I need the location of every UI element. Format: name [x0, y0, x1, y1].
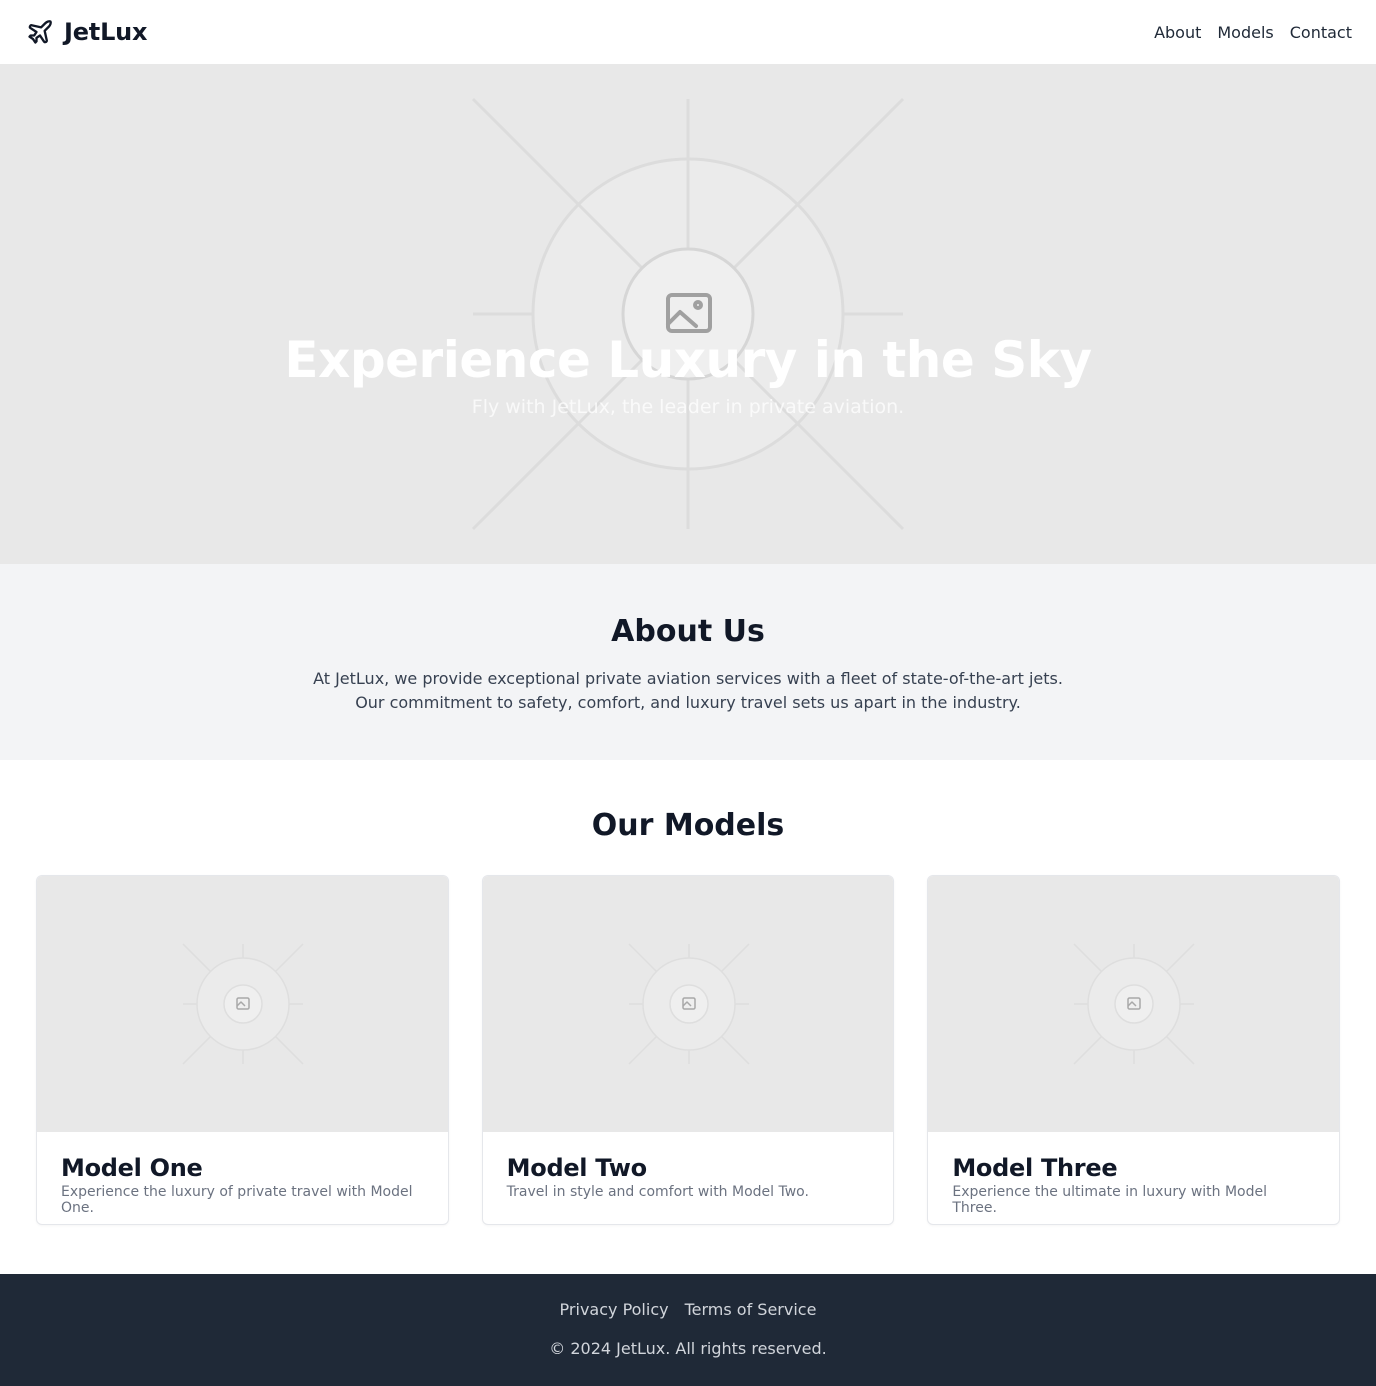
models-section: Our Models Model One Experience the luxu… [0, 760, 1376, 1274]
image-placeholder-icon [1073, 943, 1195, 1065]
hero-title: Experience Luxury in the Sky [284, 331, 1092, 389]
models-title: Our Models [591, 808, 785, 843]
model-card[interactable]: Model One Experience the luxury of priva… [36, 875, 449, 1225]
image-placeholder-icon [182, 943, 304, 1065]
model-image [37, 876, 448, 1132]
model-image [482, 876, 894, 1132]
brand[interactable]: JetLux [26, 18, 148, 46]
model-card-body: Model One Experience the luxury of priva… [37, 1132, 448, 1216]
model-card[interactable]: Model Two Travel in style and comfort wi… [481, 875, 895, 1225]
site-header: JetLux About Models Contact [0, 0, 1376, 64]
model-card-body: Model Two Travel in style and comfort wi… [483, 1132, 894, 1200]
footer-links: Privacy Policy Terms of Service [0, 1300, 1376, 1319]
nav-models-link[interactable]: Models [1217, 23, 1273, 42]
model-description: Travel in style and comfort with Model T… [506, 1184, 809, 1200]
model-title: Model One [61, 1154, 203, 1182]
site-footer: Privacy Policy Terms of Service © 2024 J… [0, 1274, 1376, 1386]
model-card[interactable]: Model Three Experience the ultimate in l… [927, 875, 1341, 1225]
about-section: About Us At JetLux, we provide exception… [0, 564, 1376, 760]
copyright-text: © 2024 JetLux. All rights reserved. [549, 1339, 827, 1358]
terms-of-service-link[interactable]: Terms of Service [685, 1300, 817, 1319]
brand-name: JetLux [64, 18, 148, 46]
privacy-policy-link[interactable]: Privacy Policy [560, 1300, 669, 1319]
model-description: Experience the ultimate in luxury with M… [952, 1184, 1268, 1216]
image-placeholder-icon [628, 943, 750, 1065]
nav-about-link[interactable]: About [1154, 23, 1201, 42]
hero-text: Experience Luxury in the Sky Fly with Je… [0, 330, 1376, 418]
hero-section: Experience Luxury in the Sky Fly with Je… [0, 64, 1376, 564]
model-description: Experience the luxury of private travel … [61, 1184, 413, 1216]
model-image [928, 876, 1340, 1132]
main-nav: About Models Contact [1154, 23, 1352, 42]
image-placeholder-icon [471, 97, 905, 531]
nav-contact-link[interactable]: Contact [1290, 23, 1352, 42]
model-title: Model Three [952, 1154, 1118, 1182]
airplane-icon [26, 18, 54, 46]
about-text: At JetLux, we provide exceptional privat… [313, 669, 1063, 712]
model-title: Model Two [506, 1154, 647, 1182]
model-cards: Model One Experience the luxury of priva… [0, 875, 1376, 1225]
model-card-body: Model Three Experience the ultimate in l… [928, 1132, 1339, 1216]
hero-subtitle: Fly with JetLux, the leader in private a… [471, 396, 905, 418]
about-title: About Us [611, 614, 765, 649]
